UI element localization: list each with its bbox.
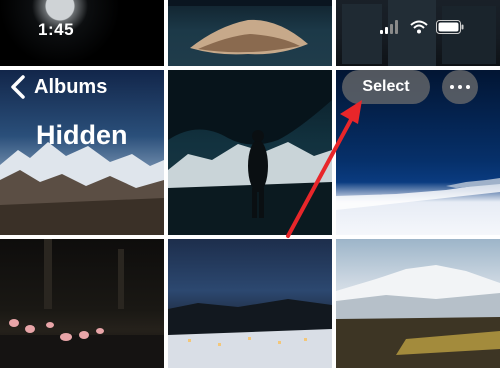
more-options-button[interactable]: [442, 70, 478, 104]
photo-thumbnail-cave-silhouette[interactable]: [168, 70, 332, 235]
photo-thumbnail-winter-village[interactable]: [168, 239, 332, 368]
wifi-icon: [410, 20, 428, 34]
photo-thumbnail-moon[interactable]: [0, 0, 164, 66]
back-label: Albums: [34, 75, 108, 98]
photo-thumbnail-island[interactable]: [168, 0, 332, 66]
back-to-albums-button[interactable]: Albums: [8, 74, 107, 100]
battery-icon: [436, 20, 464, 34]
status-time: 1:45: [38, 20, 75, 39]
select-button[interactable]: Select: [342, 70, 430, 104]
photo-thumbnail-flamingos[interactable]: [0, 239, 164, 368]
status-icons: [380, 20, 464, 34]
signal-icon: [380, 20, 398, 34]
chevron-left-icon: [11, 75, 25, 99]
page-title: Hidden: [36, 120, 128, 150]
hidden-album-screen: 1:45 Albums Hidden Select: [0, 0, 500, 368]
photo-thumbnail-mountain-meadow[interactable]: [336, 239, 500, 368]
ellipsis-icon: [450, 85, 470, 89]
